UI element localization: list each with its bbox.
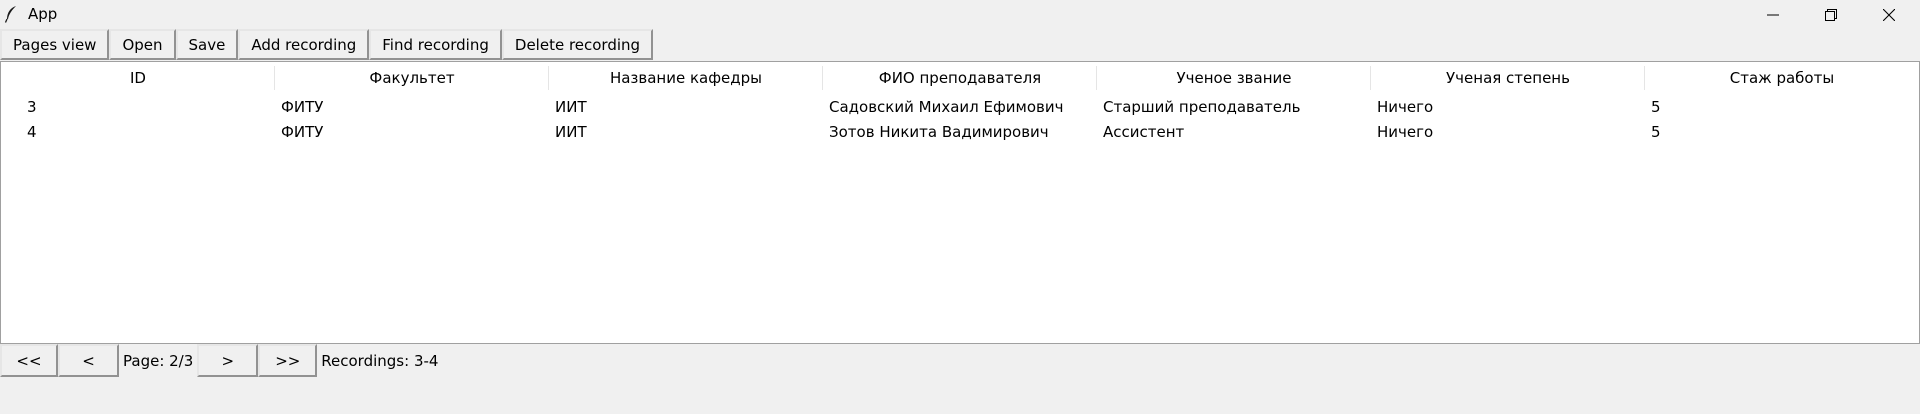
column-header-department[interactable]: Название кафедры	[549, 62, 823, 94]
cell-id: 3	[27, 97, 37, 116]
add-recording-button[interactable]: Add recording	[238, 29, 370, 60]
column-header-label: Стаж работы	[1729, 69, 1835, 87]
minimize-button[interactable]	[1744, 0, 1802, 29]
delete-recording-button[interactable]: Delete recording	[501, 29, 654, 60]
column-header-academic-title[interactable]: Ученое звание	[1097, 62, 1371, 94]
cell-teacher-name: Зотов Никита Вадимирович	[829, 122, 1049, 141]
cell-work-experience: 5	[1651, 97, 1661, 116]
pagination-bar: << < Page: 2/3 > >> Recordings: 3-4	[0, 344, 442, 377]
column-header-work-experience[interactable]: Стаж работы	[1645, 62, 1919, 94]
close-button[interactable]	[1860, 0, 1918, 29]
toolbar: Pages view Open Save Add recording Find …	[0, 29, 654, 60]
recordings-range-label: Recordings: 3-4	[321, 351, 439, 370]
page-indicator: Page: 2/3	[123, 351, 194, 370]
close-icon	[1883, 8, 1895, 21]
open-button[interactable]: Open	[109, 29, 176, 60]
column-header-label: Факультет	[369, 69, 455, 87]
cell-teacher-name: Садовский Михаил Ефимович	[829, 97, 1064, 116]
cell-id: 4	[27, 122, 37, 141]
cell-department: ИИТ	[555, 97, 587, 116]
title-bar: App	[0, 0, 1920, 29]
column-header-teacher-name[interactable]: ФИО преподавателя	[823, 62, 1097, 94]
minimize-icon	[1767, 9, 1779, 21]
column-header-id[interactable]: ID	[1, 62, 275, 94]
table-row[interactable]: 3 ФИТУ ИИТ Садовский Михаил Ефимович Ста…	[1, 94, 1919, 119]
table-body: 3 ФИТУ ИИТ Садовский Михаил Ефимович Ста…	[1, 94, 1919, 144]
column-header-label: Ученая степень	[1446, 69, 1570, 87]
column-header-label: ID	[130, 69, 146, 87]
table-row[interactable]: 4 ФИТУ ИИТ Зотов Никита Вадимирович Асси…	[1, 119, 1919, 144]
table-header: ID Факультет Название кафедры ФИО препод…	[1, 62, 1919, 94]
records-table[interactable]: ID Факультет Название кафедры ФИО препод…	[0, 61, 1920, 344]
cell-department: ИИТ	[555, 122, 587, 141]
column-header-label: Ученое звание	[1176, 69, 1292, 87]
cell-faculty: ФИТУ	[281, 97, 324, 116]
save-button[interactable]: Save	[175, 29, 239, 60]
cell-academic-degree: Ничего	[1377, 97, 1434, 116]
cell-academic-title: Старший преподаватель	[1103, 97, 1301, 116]
cell-academic-title: Ассистент	[1103, 122, 1185, 141]
next-page-button[interactable]: >	[197, 344, 259, 377]
column-header-faculty[interactable]: Факультет	[275, 62, 549, 94]
previous-page-button[interactable]: <	[58, 344, 119, 377]
cell-academic-degree: Ничего	[1377, 122, 1434, 141]
cell-work-experience: 5	[1651, 122, 1661, 141]
pages-view-button[interactable]: Pages view	[0, 29, 110, 60]
window-title: App	[28, 5, 58, 23]
feather-icon	[4, 5, 20, 23]
first-page-button[interactable]: <<	[0, 344, 58, 377]
cell-faculty: ФИТУ	[281, 122, 324, 141]
column-header-academic-degree[interactable]: Ученая степень	[1371, 62, 1645, 94]
column-header-label: Название кафедры	[609, 69, 763, 87]
find-recording-button[interactable]: Find recording	[369, 29, 502, 60]
restore-button[interactable]	[1802, 0, 1860, 29]
column-header-label: ФИО преподавателя	[878, 69, 1042, 87]
last-page-button[interactable]: >>	[258, 344, 318, 377]
restore-icon	[1825, 8, 1837, 21]
